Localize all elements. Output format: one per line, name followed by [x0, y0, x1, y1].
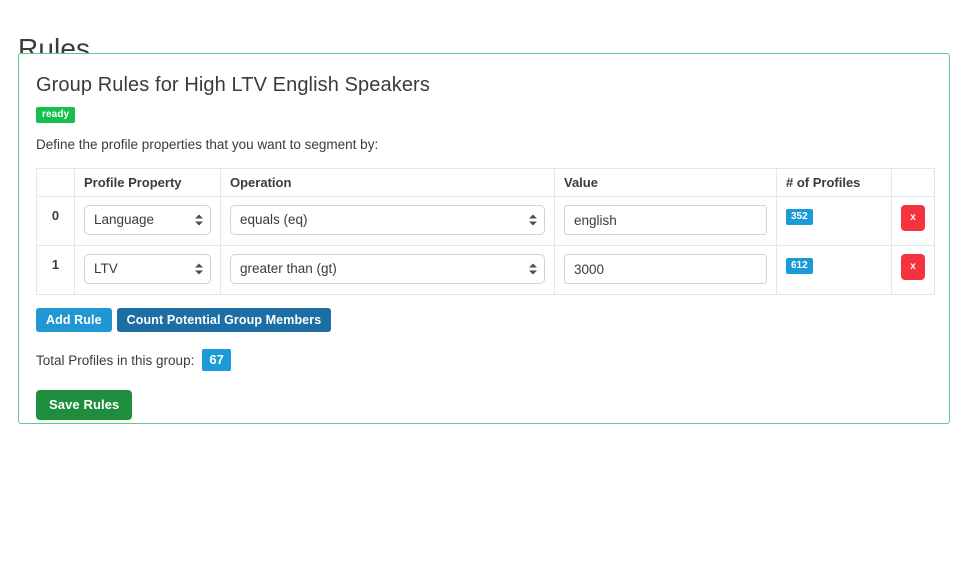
header-profile-property: Profile Property	[75, 169, 221, 197]
total-profiles-row: Total Profiles in this group: 67	[36, 349, 932, 371]
profile-property-select[interactable]: Language	[84, 205, 211, 235]
rule-actions: Add Rule Count Potential Group Members	[36, 308, 932, 332]
header-value: Value	[555, 169, 777, 197]
table-row: 0 Language e	[37, 197, 935, 246]
save-rules-button[interactable]: Save Rules	[36, 390, 132, 420]
profile-property-select[interactable]: LTV	[84, 254, 211, 284]
rules-card-body: Group Rules for High LTV English Speaker…	[19, 54, 949, 420]
group-rules-title: Group Rules for High LTV English Speaker…	[36, 72, 932, 98]
cell-profile-property: LTV	[75, 246, 221, 295]
value-input[interactable]	[564, 254, 767, 284]
header-operation: Operation	[221, 169, 555, 197]
rules-card: Group Rules for High LTV English Speaker…	[18, 53, 950, 424]
cell-operation: equals (eq)	[221, 197, 555, 246]
cell-operation: greater than (gt)	[221, 246, 555, 295]
table-header-row: Profile Property Operation Value # of Pr…	[37, 169, 935, 197]
cell-value	[555, 246, 777, 295]
save-row: Save Rules	[36, 390, 932, 420]
define-description: Define the profile properties that you w…	[36, 136, 932, 154]
operation-select-wrap: greater than (gt)	[230, 254, 545, 284]
operation-select-wrap: equals (eq)	[230, 205, 545, 235]
row-index: 1	[37, 246, 75, 295]
row-index: 0	[37, 197, 75, 246]
count-potential-group-members-button[interactable]: Count Potential Group Members	[117, 308, 332, 332]
total-profiles-badge: 67	[202, 349, 230, 371]
total-profiles-label: Total Profiles in this group:	[36, 353, 194, 368]
header-index	[37, 169, 75, 197]
rules-table-body: 0 Language e	[37, 197, 935, 295]
cell-actions: x	[892, 197, 935, 246]
cell-value	[555, 197, 777, 246]
profile-property-select-wrap: LTV	[84, 254, 211, 284]
rules-table: Profile Property Operation Value # of Pr…	[36, 168, 935, 295]
header-actions	[892, 169, 935, 197]
add-rule-button[interactable]: Add Rule	[36, 308, 112, 332]
cell-num-profiles: 352	[777, 197, 892, 246]
operation-select[interactable]: greater than (gt)	[230, 254, 545, 284]
cell-actions: x	[892, 246, 935, 295]
page-root: Rules Group Rules for High LTV English S…	[0, 0, 960, 588]
value-input[interactable]	[564, 205, 767, 235]
header-num-profiles: # of Profiles	[777, 169, 892, 197]
delete-rule-button[interactable]: x	[901, 254, 925, 280]
cell-num-profiles: 612	[777, 246, 892, 295]
operation-select[interactable]: equals (eq)	[230, 205, 545, 235]
delete-rule-button[interactable]: x	[901, 205, 925, 231]
profile-property-select-wrap: Language	[84, 205, 211, 235]
cell-profile-property: Language	[75, 197, 221, 246]
profiles-count-badge: 612	[786, 258, 813, 274]
rules-table-head: Profile Property Operation Value # of Pr…	[37, 169, 935, 197]
profiles-count-badge: 352	[786, 209, 813, 225]
table-row: 1 LTV greate	[37, 246, 935, 295]
status-badge: ready	[36, 107, 75, 123]
